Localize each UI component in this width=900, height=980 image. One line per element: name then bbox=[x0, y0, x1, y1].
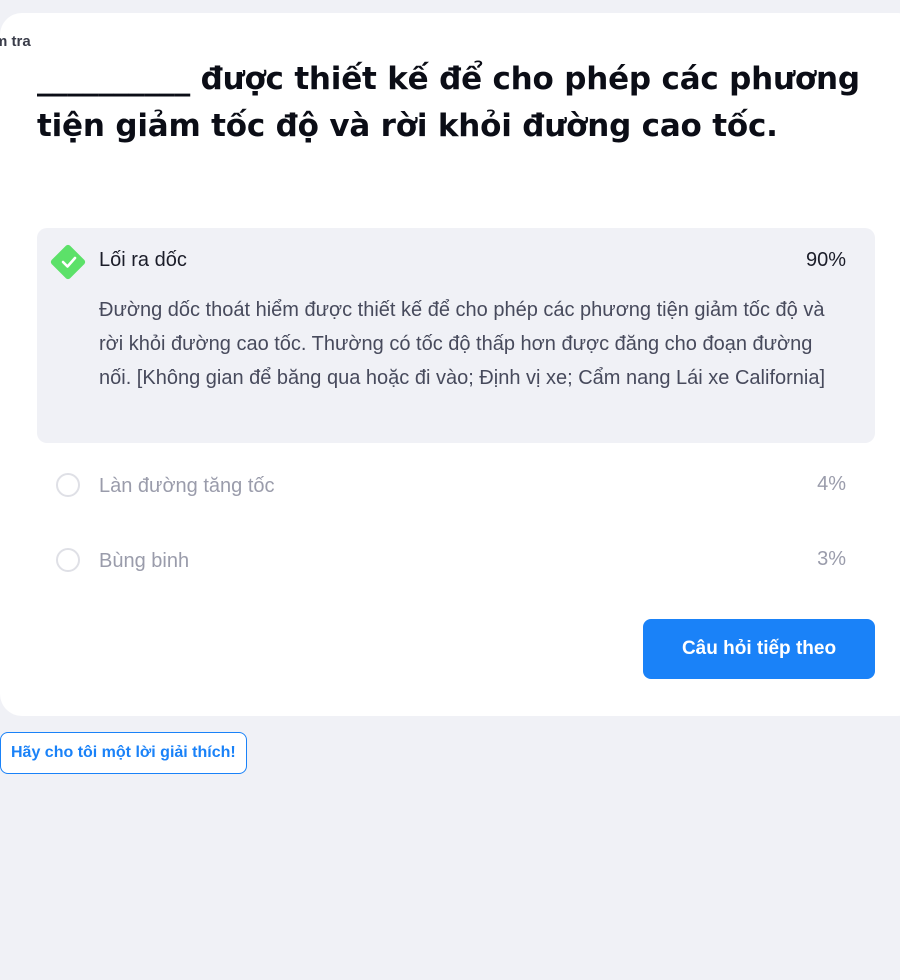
option-percent: 4% bbox=[817, 473, 846, 495]
answer-option-correct[interactable]: Lối ra dốc 90% Đường dốc thoát hiểm được… bbox=[37, 228, 875, 443]
option-percent: 90% bbox=[805, 249, 846, 271]
next-question-button[interactable]: Câu hỏi tiếp theo bbox=[643, 619, 875, 679]
radio-circle-icon[interactable] bbox=[56, 548, 80, 572]
explain-button[interactable]: Hãy cho tôi một lời giải thích! bbox=[0, 732, 247, 774]
option-label: Lối ra dốc bbox=[99, 249, 187, 271]
option-label: Bùng binh bbox=[99, 550, 190, 572]
option-percent: 3% bbox=[817, 548, 846, 570]
question-card: m tra __________ được thiết kế để cho ph… bbox=[0, 13, 900, 716]
radio-circle-icon[interactable] bbox=[56, 473, 80, 497]
answer-option[interactable]: Bùng binh 3% bbox=[37, 533, 875, 589]
answer-option[interactable]: Làn đường tăng tốc 4% bbox=[37, 458, 875, 514]
breadcrumb[interactable]: m tra bbox=[0, 33, 31, 50]
check-mark-icon bbox=[61, 256, 77, 268]
answer-explanation: Đường dốc thoát hiểm được thiết kế để ch… bbox=[99, 299, 826, 389]
question-text: __________ được thiết kế để cho phép các… bbox=[37, 61, 860, 144]
option-label: Làn đường tăng tốc bbox=[99, 475, 275, 497]
